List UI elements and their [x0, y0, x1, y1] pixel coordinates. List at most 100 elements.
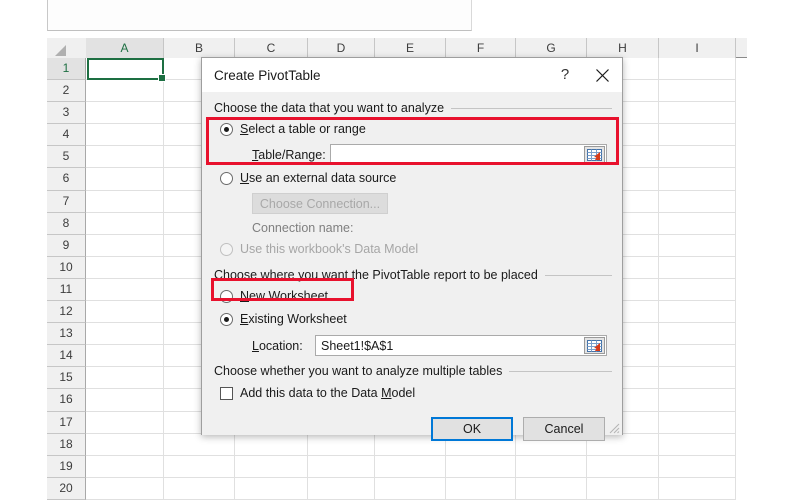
radio-select-table-or-range[interactable]: Select a table or range: [220, 122, 366, 136]
dialog-title-bar[interactable]: Create PivotTable ?: [202, 58, 622, 92]
cell-I19[interactable]: [659, 455, 736, 478]
cell-I15[interactable]: [659, 367, 736, 390]
cell-H19[interactable]: [587, 455, 659, 478]
cell-I6[interactable]: [659, 168, 736, 191]
row-header-12[interactable]: 12: [47, 301, 86, 324]
select-all-triangle-icon[interactable]: [47, 38, 86, 58]
column-header-a[interactable]: A: [86, 38, 164, 58]
cell-D20[interactable]: [308, 477, 375, 500]
cell-D18[interactable]: [308, 433, 375, 456]
row-header-16[interactable]: 16: [47, 389, 86, 412]
cell-A11[interactable]: [86, 278, 164, 302]
cell-E20[interactable]: [375, 477, 446, 500]
cell-I5[interactable]: [659, 146, 736, 169]
cell-I13[interactable]: [659, 323, 736, 346]
cell-A16[interactable]: [86, 389, 164, 412]
cell-A2[interactable]: [86, 80, 164, 103]
cell-I11[interactable]: [659, 278, 736, 302]
cell-F19[interactable]: [446, 455, 516, 478]
checkbox-add-to-data-model[interactable]: Add this data to the Data Model: [220, 386, 415, 400]
row-header-6[interactable]: 6: [47, 168, 86, 191]
cell-I7[interactable]: [659, 190, 736, 213]
column-header-e[interactable]: E: [375, 38, 446, 58]
cell-I2[interactable]: [659, 80, 736, 103]
cell-A17[interactable]: [86, 411, 164, 434]
cell-G20[interactable]: [516, 477, 587, 500]
cell-I4[interactable]: [659, 124, 736, 147]
cell-A9[interactable]: [86, 234, 164, 257]
range-picker-icon[interactable]: [584, 337, 605, 354]
help-button[interactable]: ?: [548, 58, 582, 92]
close-icon[interactable]: [582, 58, 622, 92]
cell-A14[interactable]: [86, 345, 164, 368]
cell-A10[interactable]: [86, 256, 164, 279]
cell-B19[interactable]: [164, 455, 235, 478]
cell-B20[interactable]: [164, 477, 235, 500]
row-header-18[interactable]: 18: [47, 433, 86, 456]
row-header-1[interactable]: 1: [47, 58, 86, 81]
cell-D19[interactable]: [308, 455, 375, 478]
cell-A8[interactable]: [86, 212, 164, 235]
cell-A20[interactable]: [86, 477, 164, 500]
cell-I18[interactable]: [659, 433, 736, 456]
cell-A13[interactable]: [86, 323, 164, 346]
cell-A6[interactable]: [86, 168, 164, 191]
cell-E19[interactable]: [375, 455, 446, 478]
row-header-14[interactable]: 14: [47, 345, 86, 368]
range-picker-icon[interactable]: [584, 146, 605, 163]
row-header-4[interactable]: 4: [47, 124, 86, 147]
row-header-5[interactable]: 5: [47, 146, 86, 169]
cell-C19[interactable]: [235, 455, 308, 478]
cell-I9[interactable]: [659, 234, 736, 257]
radio-existing-worksheet[interactable]: Existing Worksheet: [220, 312, 347, 326]
cell-A3[interactable]: [86, 102, 164, 125]
row-header-2[interactable]: 2: [47, 80, 86, 103]
row-header-17[interactable]: 17: [47, 411, 86, 434]
cell-I10[interactable]: [659, 256, 736, 279]
cell-H20[interactable]: [587, 477, 659, 500]
table-range-input[interactable]: [330, 144, 607, 165]
row-header-7[interactable]: 7: [47, 190, 86, 213]
row-header-19[interactable]: 19: [47, 455, 86, 478]
cell-B18[interactable]: [164, 433, 235, 456]
cell-I1[interactable]: [659, 58, 736, 81]
cell-A5[interactable]: [86, 146, 164, 169]
cell-A19[interactable]: [86, 455, 164, 478]
row-header-8[interactable]: 8: [47, 212, 86, 235]
cell-I14[interactable]: [659, 345, 736, 368]
radio-external-data-source[interactable]: Use an external data source: [220, 171, 396, 185]
cell-A15[interactable]: [86, 367, 164, 390]
cell-A1[interactable]: [86, 58, 164, 81]
column-header-b[interactable]: B: [164, 38, 235, 58]
cell-I3[interactable]: [659, 102, 736, 125]
cell-I12[interactable]: [659, 301, 736, 324]
cell-G19[interactable]: [516, 455, 587, 478]
row-header-13[interactable]: 13: [47, 323, 86, 346]
cell-I17[interactable]: [659, 411, 736, 434]
cell-A18[interactable]: [86, 433, 164, 456]
row-header-3[interactable]: 3: [47, 102, 86, 125]
cancel-button[interactable]: Cancel: [523, 417, 605, 441]
column-header-d[interactable]: D: [308, 38, 375, 58]
cell-I20[interactable]: [659, 477, 736, 500]
cell-A12[interactable]: [86, 301, 164, 324]
column-header-h[interactable]: H: [587, 38, 659, 58]
cell-F20[interactable]: [446, 477, 516, 500]
row-header-11[interactable]: 11: [47, 278, 86, 302]
column-header-f[interactable]: F: [446, 38, 516, 58]
row-header-10[interactable]: 10: [47, 256, 86, 279]
row-header-20[interactable]: 20: [47, 477, 86, 500]
cell-A7[interactable]: [86, 190, 164, 213]
column-header-g[interactable]: G: [516, 38, 587, 58]
row-header-9[interactable]: 9: [47, 234, 86, 257]
cell-C18[interactable]: [235, 433, 308, 456]
location-input[interactable]: Sheet1!$A$1: [315, 335, 607, 356]
cell-I8[interactable]: [659, 212, 736, 235]
cell-A4[interactable]: [86, 124, 164, 147]
cell-C20[interactable]: [235, 477, 308, 500]
radio-new-worksheet[interactable]: New Worksheet: [220, 289, 328, 303]
column-header-c[interactable]: C: [235, 38, 308, 58]
resize-grip-icon[interactable]: [608, 421, 620, 434]
ok-button[interactable]: OK: [431, 417, 513, 441]
column-header-i[interactable]: I: [659, 38, 736, 58]
